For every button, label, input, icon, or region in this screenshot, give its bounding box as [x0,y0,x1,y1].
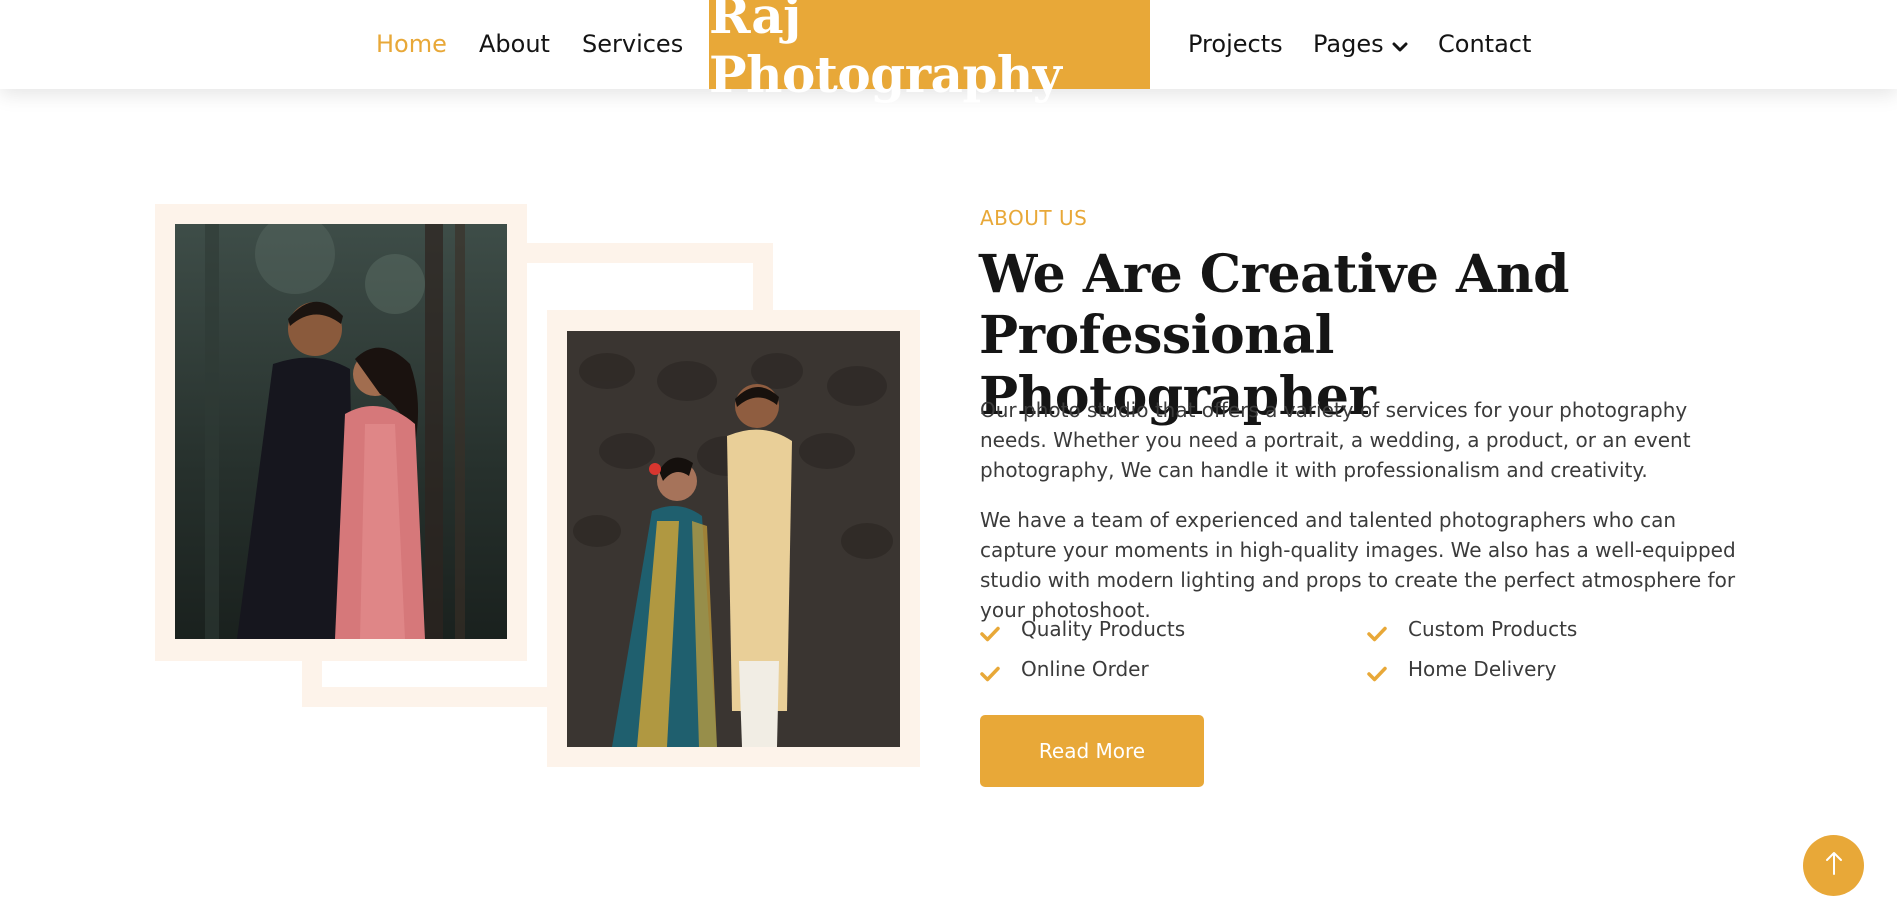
feature-label: Quality Products [1021,617,1186,641]
feature-label: Online Order [1021,657,1149,681]
feature-item: Online Order [980,654,1149,684]
couple-photo-forest [175,224,507,639]
feature-item: Quality Products [980,614,1185,644]
check-icon [1367,660,1387,690]
nav-contact-link[interactable]: Contact [1438,0,1531,89]
about-paragraph-1: Our photo studio that offers a variety o… [980,398,1691,482]
feature-item: Custom Products [1367,614,1577,644]
nav-pages-dropdown[interactable]: Pages [1313,0,1408,89]
headline-line-1: We Are Creative And [979,244,1570,305]
nav-services-link[interactable]: Services [582,0,683,89]
couple-photo-traditional [567,331,900,747]
nav-pages-label: Pages [1313,30,1384,58]
back-to-top-button[interactable] [1803,835,1864,896]
section-eyebrow: ABOUT US [980,206,1088,230]
brand-logo[interactable]: Raj Photography [709,0,1150,104]
check-icon [980,660,1000,690]
site-header: Home About Services Raj Photography Proj… [0,0,1897,104]
chevron-down-icon [1392,1,1408,90]
about-paragraph-2: We have a team of experienced and talent… [980,508,1736,622]
nav-home-link[interactable]: Home [376,0,447,89]
feature-label: Custom Products [1408,617,1578,641]
nav-projects-link[interactable]: Projects [1188,0,1283,89]
arrow-up-icon [1824,850,1844,881]
check-icon [980,620,1000,650]
check-icon [1367,620,1387,650]
nav-about-link[interactable]: About [479,0,550,89]
feature-label: Home Delivery [1408,657,1557,681]
feature-item: Home Delivery [1367,654,1556,684]
read-more-button[interactable]: Read More [980,715,1204,787]
